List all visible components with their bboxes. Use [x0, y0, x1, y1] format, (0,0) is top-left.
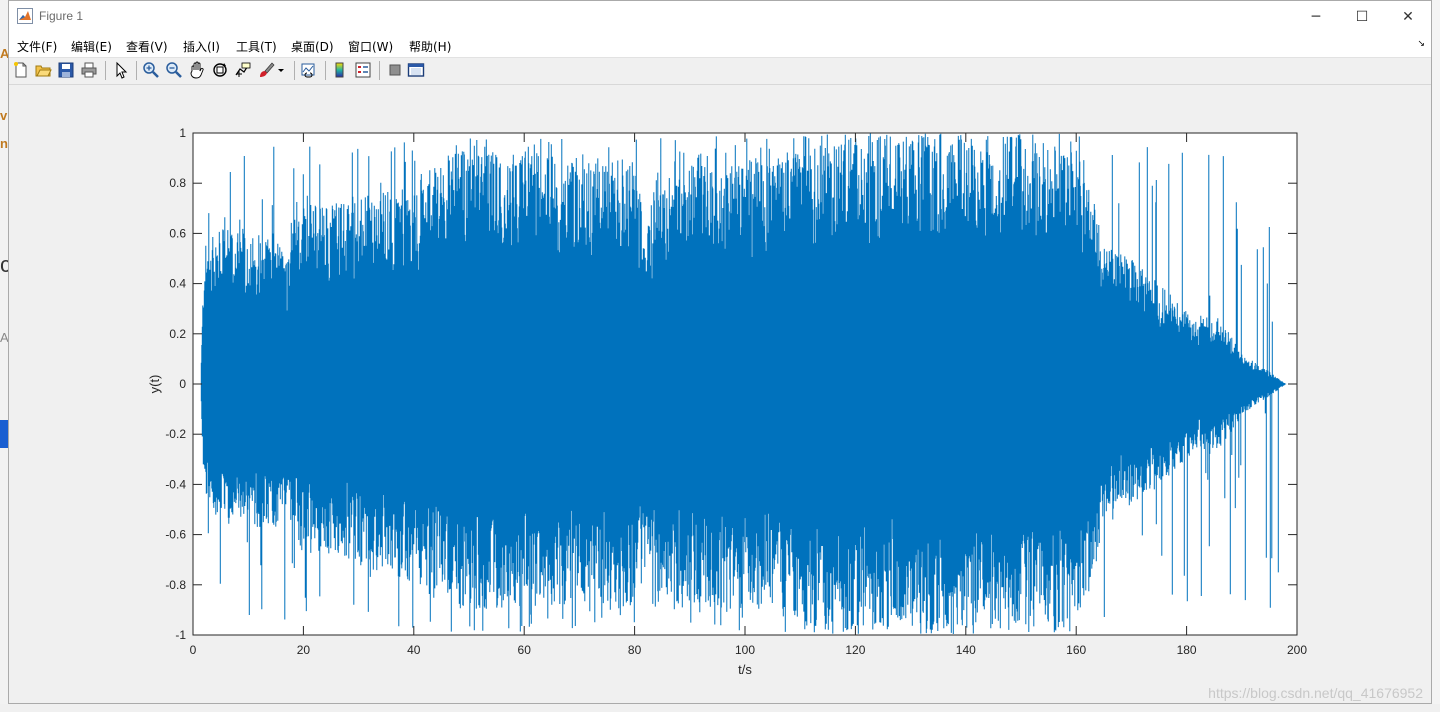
close-button[interactable]: ✕: [1385, 1, 1431, 32]
minimize-icon: ─: [1311, 8, 1321, 25]
x-tick-label: 20: [297, 643, 311, 657]
new-figure-icon[interactable]: [12, 61, 30, 79]
x-tick-label: 100: [735, 643, 755, 657]
x-tick-label: 180: [1177, 643, 1197, 657]
figure-canvas: 0 20 40 60 80 100 120 140 160 180 200 1 0.8 0.6 0.4 0.2…: [9, 85, 1431, 703]
menu-desktop[interactable]: 桌面(D): [291, 38, 334, 55]
menu-bar: 文件(F) 编辑(E) 查看(V) 插入(I) 工具(T) 桌面(D) 窗口(W…: [9, 32, 1431, 58]
y-tick-label: -0.2: [165, 427, 186, 441]
link-plot-icon[interactable]: [300, 61, 318, 79]
x-tick-label: 200: [1287, 643, 1307, 657]
title-bar[interactable]: Figure 1 ─ ☐ ✕: [9, 1, 1431, 32]
y-tick-label: 1: [179, 126, 186, 140]
figure-toolbar: [9, 58, 1431, 85]
menu-edit[interactable]: 编辑(E): [71, 38, 112, 55]
maximize-button[interactable]: ☐: [1339, 1, 1385, 32]
toolbar-separator: [105, 61, 106, 80]
menu-insert[interactable]: 插入(I): [183, 38, 220, 55]
legend-icon[interactable]: [354, 61, 372, 79]
minimize-button[interactable]: ─: [1293, 1, 1339, 32]
toolbar-separator: [136, 61, 137, 80]
x-tick-label: 0: [190, 643, 197, 657]
y-tick-label: -0.6: [165, 528, 186, 542]
waveform-chart[interactable]: 0 20 40 60 80 100 120 140 160 180 200 1 0.8 0.6 0.4 0.2…: [9, 85, 1431, 703]
save-icon[interactable]: [57, 61, 75, 79]
menu-file[interactable]: 文件(F): [17, 38, 57, 55]
menu-tools[interactable]: 工具(T): [236, 38, 277, 55]
zoom-out-icon[interactable]: [165, 61, 183, 79]
y-tick-label: 0.6: [169, 226, 186, 240]
watermark-text: https://blog.csdn.net/qq_41676952: [1208, 685, 1423, 701]
menu-view[interactable]: 查看(V): [126, 38, 168, 55]
x-tick-label: 140: [956, 643, 976, 657]
open-file-icon[interactable]: [34, 61, 52, 79]
matlab-logo-icon: [17, 8, 33, 24]
x-axis-label: t/s: [738, 662, 752, 677]
figure-window: Figure 1 ─ ☐ ✕ 文件(F) 编辑(E) 查看(V) 插入(I) 工…: [8, 0, 1432, 704]
zoom-in-icon[interactable]: [142, 61, 160, 79]
x-tick-label: 40: [407, 643, 421, 657]
colorbar-icon[interactable]: [331, 61, 349, 79]
pointer-icon[interactable]: [112, 61, 130, 79]
toolbar-separator: [379, 61, 380, 80]
x-tick-label: 80: [628, 643, 642, 657]
y-axis-label: y(t): [147, 375, 162, 394]
dock-arrow-icon[interactable]: ↘: [1417, 39, 1425, 49]
y-tick-label: -1: [175, 628, 186, 642]
x-tick-label: 60: [518, 643, 532, 657]
y-tick-label: 0: [179, 377, 186, 391]
y-tick-label: -0.8: [165, 578, 186, 592]
window-title: Figure 1: [39, 9, 84, 23]
chevron-down-icon[interactable]: [276, 61, 286, 79]
background-app-bottom: [0, 704, 1440, 712]
y-tick-label: 0.8: [169, 176, 186, 190]
maximize-icon: ☐: [1355, 8, 1369, 25]
data-cursor-icon[interactable]: [234, 61, 252, 79]
x-tick-label: 120: [845, 643, 865, 657]
menu-window[interactable]: 窗口(W): [348, 38, 393, 55]
rotate-3d-icon[interactable]: [211, 61, 229, 79]
y-tick-label: 0.4: [169, 277, 186, 291]
menu-help[interactable]: 帮助(H): [409, 38, 451, 55]
show-plot-tools-icon[interactable]: [407, 61, 425, 79]
brush-icon[interactable]: [257, 61, 275, 79]
y-tick-label: 0.2: [169, 327, 186, 341]
close-icon: ✕: [1402, 8, 1414, 25]
pan-hand-icon[interactable]: [188, 61, 206, 79]
hide-plot-tools-icon[interactable]: [386, 61, 404, 79]
toolbar-separator: [294, 61, 295, 80]
y-tick-label: -0.4: [165, 477, 186, 491]
print-icon[interactable]: [80, 61, 98, 79]
x-tick-label: 160: [1066, 643, 1086, 657]
toolbar-separator: [325, 61, 326, 80]
